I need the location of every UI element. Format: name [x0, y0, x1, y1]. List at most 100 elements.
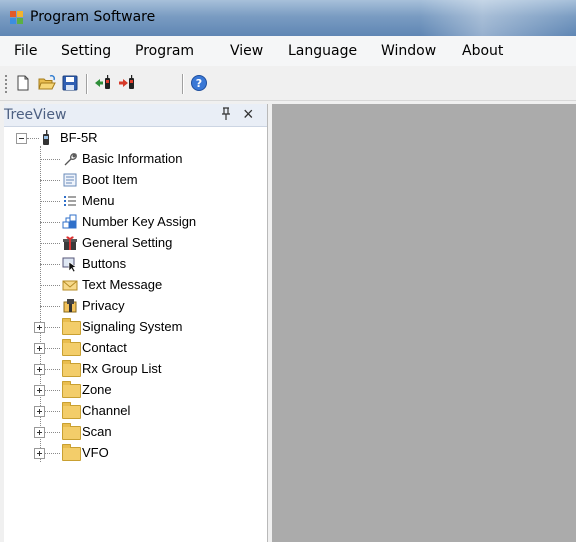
folder-icon: [62, 381, 81, 398]
folder-icon: [62, 318, 81, 335]
tree-connector: [45, 453, 60, 454]
tree-item-label: Buttons: [82, 256, 127, 271]
new-file-icon[interactable]: [14, 74, 32, 92]
folder-icon: [62, 423, 81, 440]
tree-node-root[interactable]: BF-5R: [16, 128, 256, 148]
expand-icon[interactable]: [34, 385, 45, 396]
menu-language[interactable]: Language: [288, 43, 357, 59]
read-from-radio-icon[interactable]: [94, 74, 112, 92]
expand-icon[interactable]: [34, 448, 45, 459]
folder-icon: [62, 444, 81, 461]
tree-folder-label: Contact: [82, 340, 127, 355]
toolbar-separator: [182, 74, 184, 94]
tree-item-buttons[interactable]: Buttons: [40, 254, 260, 274]
menu-program[interactable]: Program: [135, 43, 194, 59]
folder-icon: [62, 402, 81, 419]
tree-item-text-message[interactable]: Text Message: [40, 275, 260, 295]
tree-item-label: Basic Information: [82, 151, 183, 166]
tree-connector: [40, 180, 60, 181]
tree-folder-contact[interactable]: Contact: [34, 338, 260, 358]
cursor-icon: [62, 257, 77, 272]
tree-connector: [45, 369, 60, 370]
tree-folder-label: Signaling System: [82, 319, 183, 334]
title-bar[interactable]: Program Software: [0, 0, 576, 36]
toolbar: ?: [0, 66, 576, 101]
tree-item-label: General Setting: [82, 235, 173, 250]
tree-item-number-key-assign[interactable]: Number Key Assign: [40, 212, 260, 232]
title-bar-highlight: [420, 0, 576, 36]
expand-icon[interactable]: [34, 364, 45, 375]
expand-icon[interactable]: [34, 427, 45, 438]
tree-connector: [40, 222, 60, 223]
tree-connector: [40, 243, 60, 244]
tree-folder-signaling-system[interactable]: Signaling System: [34, 317, 260, 337]
tree-connector: [40, 159, 60, 160]
tree-item-boot-item[interactable]: Boot Item: [40, 170, 260, 190]
envelope-icon: [62, 280, 78, 291]
write-to-radio-icon[interactable]: [118, 74, 136, 92]
mdi-workspace[interactable]: [272, 104, 576, 542]
tree-item-menu[interactable]: Menu: [40, 191, 260, 211]
list-icon: [64, 196, 76, 206]
tree-folder-vfo[interactable]: VFO: [34, 443, 260, 463]
expand-icon[interactable]: [34, 406, 45, 417]
app-icon: [10, 11, 23, 24]
open-folder-icon[interactable]: [38, 74, 56, 92]
expand-icon[interactable]: [34, 322, 45, 333]
document-icon: [63, 173, 77, 187]
menu-about[interactable]: About: [462, 43, 503, 59]
tree-item-label: Privacy: [82, 298, 125, 313]
tree-view: BF-5R Basic Information Boot Item Menu N…: [4, 128, 267, 528]
expand-icon[interactable]: [34, 343, 45, 354]
tree-folder-label: VFO: [82, 445, 109, 460]
tree-folder-label: Scan: [82, 424, 112, 439]
tree-connector: [45, 411, 60, 412]
tree-connector: [45, 348, 60, 349]
svg-text:?: ?: [196, 77, 202, 90]
menu-bar: File Setting Program View Language Windo…: [0, 36, 576, 66]
tree-item-basic-information[interactable]: Basic Information: [40, 149, 260, 169]
tree-connector: [45, 390, 60, 391]
tree-folder-label: Rx Group List: [82, 361, 162, 376]
tree-item-label: Menu: [82, 193, 115, 208]
wrench-icon: [64, 153, 77, 166]
tree-item-general-setting[interactable]: General Setting: [40, 233, 260, 253]
folder-icon: [62, 339, 81, 356]
tree-connector: [40, 306, 60, 307]
tree-folder-zone[interactable]: Zone: [34, 380, 260, 400]
tree-connector: [40, 201, 60, 202]
tree-item-label: Text Message: [82, 277, 163, 292]
tree-folder-label: Channel: [82, 403, 131, 418]
tree-connector: [45, 327, 60, 328]
keypad-icon: [62, 214, 77, 229]
tree-item-label: Boot Item: [82, 172, 138, 187]
treeview-header: TreeView ×: [4, 104, 267, 127]
tree-node-label: BF-5R: [60, 130, 98, 145]
treeview-panel: TreeView × BF-5R Basic Information Boot …: [4, 104, 268, 542]
menu-file[interactable]: File: [14, 43, 37, 59]
help-icon[interactable]: ?: [190, 74, 208, 92]
menu-setting[interactable]: Setting: [61, 43, 111, 59]
toolbar-separator: [86, 74, 88, 94]
tree-connector: [45, 432, 60, 433]
save-icon[interactable]: [61, 74, 79, 92]
tree-item-privacy[interactable]: Privacy: [40, 296, 260, 316]
gift-icon: [63, 236, 77, 250]
treeview-title: TreeView: [4, 107, 67, 123]
window-title: Program Software: [30, 9, 156, 25]
lock-icon: [63, 299, 77, 313]
tree-folder-label: Zone: [82, 382, 112, 397]
tree-folder-scan[interactable]: Scan: [34, 422, 260, 442]
toolbar-grip[interactable]: [5, 75, 7, 93]
menu-window[interactable]: Window: [381, 43, 436, 59]
pin-icon[interactable]: [220, 107, 232, 121]
menu-view[interactable]: View: [230, 43, 263, 59]
tree-folder-channel[interactable]: Channel: [34, 401, 260, 421]
collapse-icon[interactable]: [16, 133, 27, 144]
tree-connector: [40, 285, 60, 286]
tree-connector: [40, 264, 60, 265]
radio-device-icon: [43, 130, 49, 145]
folder-icon: [62, 360, 81, 377]
close-icon[interactable]: ×: [243, 103, 254, 125]
tree-folder-rx-group-list[interactable]: Rx Group List: [34, 359, 260, 379]
